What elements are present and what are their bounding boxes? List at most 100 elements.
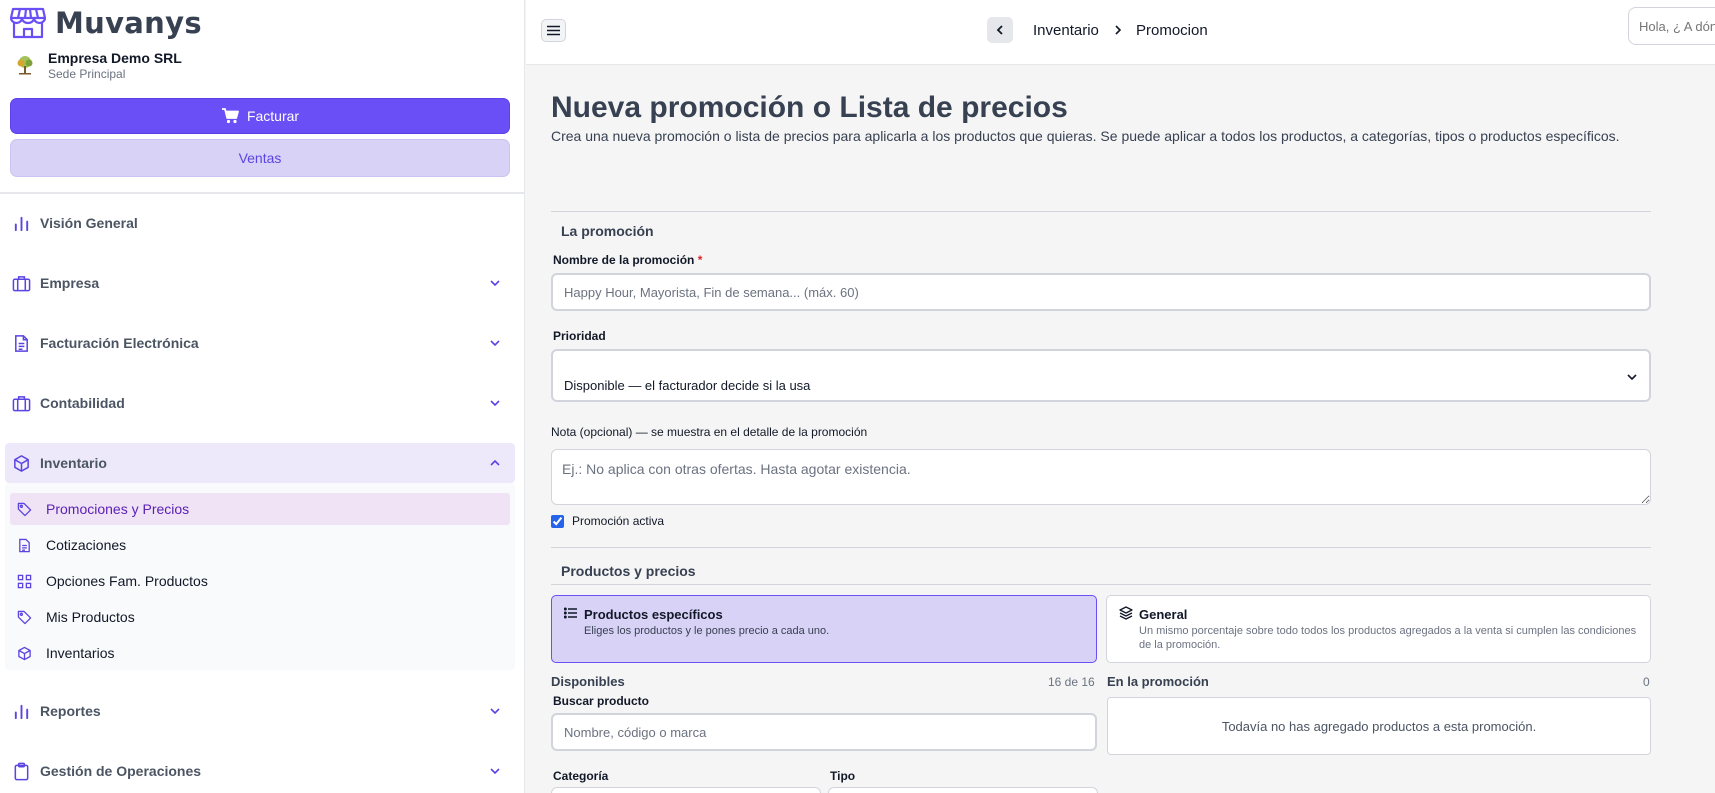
section-divider	[551, 211, 1651, 212]
sidebar-item-label: Inventario	[40, 455, 107, 471]
priority-selected-value: Disponible — el facturador decide si la …	[564, 378, 811, 393]
facturar-button[interactable]: Facturar	[10, 98, 510, 134]
sidebar-item-vision-general[interactable]: Visión General	[5, 203, 515, 243]
app-logo[interactable]: Muvanys	[10, 6, 202, 40]
sub-item-label: Opciones Fam. Productos	[46, 573, 208, 589]
mode-productos-especificos[interactable]: Productos específicos Eliges los product…	[551, 595, 1097, 663]
ventas-label: Ventas	[238, 150, 282, 166]
sidebar-item-promociones-y-precios[interactable]: Promociones y Precios	[10, 493, 510, 525]
top-bar: Inventario Promocion	[526, 0, 1715, 65]
main-content: Nueva promoción o Lista de precios Crea …	[526, 66, 1715, 793]
note-label: Nota (opcional) — se muestra en el detal…	[551, 425, 868, 439]
section-title-promocion: La promoción	[561, 223, 654, 239]
promo-products-empty-state: Todavía no has agregado productos a esta…	[1107, 697, 1651, 755]
page-description: Crea una nueva promoción o lista de prec…	[551, 128, 1620, 144]
sidebar-item-opciones-fam-productos[interactable]: Opciones Fam. Productos	[10, 565, 510, 597]
sidebar-item-gestion-de-operaciones[interactable]: Gestión de Operaciones	[5, 751, 515, 791]
sub-item-label: Promociones y Precios	[46, 501, 190, 517]
document-icon	[11, 333, 31, 353]
company-sede: Sede Principal	[48, 67, 126, 81]
in-promo-label: En la promoción	[1107, 674, 1209, 689]
document-icon	[15, 536, 33, 554]
sidebar-item-label: Empresa	[40, 275, 100, 291]
sub-item-label: Mis Productos	[46, 609, 135, 625]
bar-chart-icon	[11, 213, 31, 233]
sidebar-item-reportes[interactable]: Reportes	[5, 691, 515, 731]
sidebar-item-cotizaciones[interactable]: Cotizaciones	[10, 529, 510, 561]
page-title: Nueva promoción o Lista de precios	[551, 91, 1068, 124]
app-name: Muvanys	[55, 6, 202, 40]
sidebar-item-mis-productos[interactable]: Mis Productos	[10, 601, 510, 633]
sidebar: Muvanys Empresa Demo SRL Sede Principal …	[0, 0, 525, 793]
menu-toggle-button[interactable]	[541, 19, 566, 42]
bar-chart-icon	[11, 701, 31, 721]
chevron-down-icon	[490, 708, 500, 715]
company-name: Empresa Demo SRL	[48, 50, 182, 66]
company-switcher[interactable]: Empresa Demo SRL Sede Principal	[14, 50, 182, 81]
chevron-left-icon	[996, 25, 1003, 35]
mode-general[interactable]: General Un mismo porcentaje sobre todo t…	[1106, 595, 1651, 663]
mode-title: General	[1139, 607, 1188, 622]
inventario-submenu: Promociones y Precios Cotizaciones Opcio…	[5, 483, 515, 670]
sidebar-divider	[0, 192, 524, 194]
sidebar-item-facturacion-electronica[interactable]: Facturación Electrónica	[5, 323, 515, 363]
mode-title: Productos específicos	[584, 607, 723, 622]
type-select[interactable]	[828, 787, 1098, 793]
type-label: Tipo	[830, 769, 856, 783]
facturar-label: Facturar	[246, 108, 300, 124]
sub-item-label: Inventarios	[46, 645, 115, 661]
section-title-productos: Productos y precios	[561, 563, 696, 579]
mode-description: Eliges los productos y le pones precio a…	[584, 625, 830, 637]
sidebar-item-inventario[interactable]: Inventario	[5, 443, 515, 483]
promo-active-label: Promoción activa	[572, 514, 665, 528]
sidebar-item-label: Facturación Electrónica	[40, 335, 199, 351]
section-divider	[551, 584, 1651, 585]
sidebar-item-label: Contabilidad	[40, 395, 125, 411]
tree-logo-icon	[17, 56, 33, 75]
chevron-down-icon	[490, 400, 500, 407]
section-divider	[551, 547, 1651, 548]
sidebar-item-empresa[interactable]: Empresa	[5, 263, 515, 303]
mode-description: Un mismo porcentaje sobre todo todos los…	[1139, 625, 1637, 651]
back-button[interactable]	[987, 17, 1013, 43]
sidebar-item-contabilidad[interactable]: Contabilidad	[5, 383, 515, 423]
ventas-button[interactable]: Ventas	[10, 139, 510, 177]
required-mark: *	[697, 253, 703, 267]
clipboard-icon	[11, 761, 31, 781]
priority-select[interactable]: Disponible — el facturador decide si la …	[551, 349, 1651, 402]
sidebar-item-label: Reportes	[40, 703, 101, 719]
promo-name-label: Nombre de la promoción *	[553, 253, 702, 267]
sub-item-label: Cotizaciones	[46, 537, 127, 553]
sidebar-item-label: Visión General	[40, 215, 138, 231]
list-icon	[564, 607, 577, 619]
hamburger-icon	[547, 25, 560, 36]
global-search-input[interactable]	[1628, 7, 1715, 45]
available-label: Disponibles	[551, 674, 625, 689]
chevron-down-icon	[490, 340, 500, 347]
chevron-down-icon	[490, 768, 500, 775]
priority-label: Prioridad	[553, 329, 606, 343]
layers-icon	[1119, 606, 1133, 620]
briefcase-icon	[11, 393, 31, 413]
chevron-right-icon	[1115, 25, 1122, 35]
available-count: 16 de 16	[1048, 675, 1095, 689]
sidebar-item-inventarios[interactable]: Inventarios	[10, 637, 510, 669]
box-icon	[11, 453, 31, 473]
briefcase-icon	[11, 273, 31, 293]
search-product-input[interactable]	[551, 713, 1097, 751]
breadcrumb-inventario[interactable]: Inventario	[1033, 22, 1099, 39]
promo-name-label-text: Nombre de la promoción	[553, 253, 695, 267]
in-promo-count: 0	[1643, 675, 1650, 689]
cart-icon	[221, 108, 239, 124]
promo-name-input[interactable]	[551, 273, 1651, 311]
category-select[interactable]	[551, 787, 821, 793]
store-icon	[10, 7, 46, 39]
note-textarea[interactable]	[551, 449, 1651, 505]
chevron-up-icon	[490, 459, 500, 466]
grid-icon	[15, 572, 33, 590]
promo-active-toggle[interactable]: Promoción activa	[551, 514, 664, 528]
promo-active-checkbox[interactable]	[551, 514, 564, 528]
sidebar-item-label: Gestión de Operaciones	[40, 763, 202, 779]
empty-message: Todavía no has agregado productos a esta…	[1221, 718, 1537, 734]
tag-icon	[15, 500, 33, 518]
